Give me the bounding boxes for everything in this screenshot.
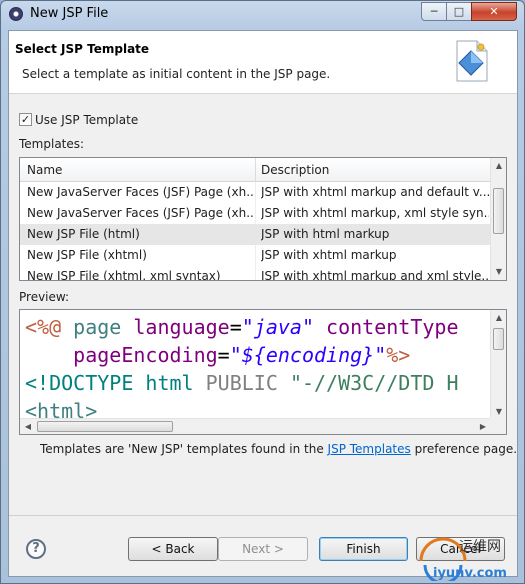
preview-pane[interactable]: <%@ page language="java" contentType pag…	[19, 309, 507, 435]
minimize-button[interactable]: ─	[421, 2, 447, 21]
info-text-after: preference page.	[410, 442, 518, 456]
column-divider[interactable]	[255, 158, 256, 182]
watermark-line1: 运维网	[459, 539, 501, 555]
title-bar[interactable]: New JSP File ─ □ ✕	[1, 1, 524, 28]
help-icon[interactable]: ?	[26, 539, 46, 559]
code-token: "java"	[241, 315, 314, 339]
template-description: JSP with xhtml markup and xml style...	[261, 269, 489, 281]
table-row[interactable]: New JSP File (xhtml, xml syntax) JSP wit…	[20, 266, 491, 281]
scrollbar-thumb[interactable]	[493, 188, 504, 234]
dialog-body: Select JSP Template Select a template as…	[8, 30, 518, 577]
maximize-button[interactable]: □	[446, 2, 472, 21]
use-template-checkbox[interactable]: ✓	[19, 113, 32, 126]
table-row[interactable]: New JavaServer Faces (JSF) Page (xh... J…	[20, 203, 491, 224]
preview-horizontal-scrollbar[interactable]: ◀ ▶	[20, 418, 491, 434]
template-name: New JavaServer Faces (JSF) Page (xh...	[27, 206, 253, 220]
code-token: =	[229, 315, 242, 339]
templates-label: Templates:	[19, 137, 85, 151]
preview-vertical-scrollbar[interactable]: ▲ ▼	[490, 310, 506, 420]
templates-table[interactable]: Name Description New JavaServer Faces (J…	[19, 157, 507, 281]
column-header-name[interactable]: Name	[27, 163, 62, 177]
wizard-header: Select JSP Template Select a template as…	[9, 31, 517, 94]
jsp-file-wizard-icon	[456, 40, 488, 82]
table-row-selected[interactable]: New JSP File (html) JSP with html markup	[20, 224, 491, 245]
button-bar-separator	[9, 515, 517, 516]
scrollbar-thumb[interactable]	[493, 328, 504, 350]
preview-label: Preview:	[19, 290, 70, 304]
template-description: JSP with xhtml markup, xml style syn...	[261, 206, 489, 220]
finish-button[interactable]: Finish	[319, 537, 408, 561]
template-name: New JavaServer Faces (JSF) Page (xh...	[27, 185, 253, 199]
scrollbar-thumb[interactable]	[37, 421, 173, 432]
code-token: PUBLIC	[205, 371, 290, 395]
code-token: "-//W3C//DTD H	[289, 371, 459, 395]
use-template-label[interactable]: Use JSP Template	[35, 113, 138, 127]
code-token: "${encoding}"	[229, 343, 387, 367]
close-button[interactable]: ✕	[471, 2, 517, 21]
window-title: New JSP File	[30, 6, 109, 21]
code-token: language	[133, 315, 230, 339]
next-button[interactable]: Next >	[218, 537, 308, 561]
template-description: JSP with xhtml markup and default v...	[261, 185, 489, 199]
templates-vertical-scrollbar[interactable]: ▲ ▼	[490, 158, 506, 280]
scroll-up-icon[interactable]: ▲	[491, 158, 506, 174]
page-title: Select JSP Template	[15, 42, 150, 56]
column-header-description[interactable]: Description	[261, 163, 329, 177]
back-button[interactable]: < Back	[128, 537, 218, 561]
info-text-before: Templates are 'New JSP' templates found …	[40, 442, 328, 456]
template-description: JSP with html markup	[261, 227, 390, 241]
scrollbar-corner	[490, 418, 506, 434]
jsp-templates-link[interactable]: JSP Templates	[328, 442, 411, 456]
scroll-up-icon[interactable]: ▲	[491, 310, 506, 326]
code-line: pageEncoding="${encoding}"%>	[25, 341, 459, 369]
eclipse-app-icon	[9, 7, 23, 21]
code-token: pageEncoding	[25, 343, 218, 367]
code-token: page	[61, 315, 134, 339]
code-token: contentType	[314, 315, 459, 339]
watermark-line2: iyunv.com	[433, 566, 507, 581]
code-token: html	[145, 371, 206, 395]
scroll-down-icon[interactable]: ▼	[491, 264, 506, 280]
code-line: <%@ page language="java" contentType	[25, 313, 459, 341]
template-name: New JSP File (xhtml)	[27, 248, 147, 262]
templates-info-text: Templates are 'New JSP' templates found …	[40, 442, 517, 456]
scroll-right-icon[interactable]: ▶	[475, 419, 491, 434]
code-token: <%@	[25, 315, 62, 339]
table-row[interactable]: New JSP File (xhtml) JSP with xhtml mark…	[20, 245, 491, 266]
template-name: New JSP File (html)	[27, 227, 140, 241]
table-header: Name Description	[20, 158, 491, 182]
code-token: =	[217, 343, 230, 367]
watermark-logo: 运维网 iyunv.com	[419, 537, 507, 581]
page-description: Select a template as initial content in …	[22, 67, 331, 81]
code-line: <!DOCTYPE html PUBLIC "-//W3C//DTD H	[25, 369, 459, 397]
code-token: %>	[386, 343, 411, 367]
template-name: New JSP File (xhtml, xml syntax)	[27, 269, 221, 281]
table-row[interactable]: New JavaServer Faces (JSF) Page (xh... J…	[20, 182, 491, 203]
template-description: JSP with xhtml markup	[261, 248, 397, 262]
code-token: <!DOCTYPE	[25, 371, 146, 395]
new-jsp-file-dialog: New JSP File ─ □ ✕ Select JSP Template S…	[0, 0, 525, 584]
scroll-left-icon[interactable]: ◀	[20, 419, 36, 434]
preview-code: <%@ page language="java" contentType pag…	[25, 313, 459, 425]
